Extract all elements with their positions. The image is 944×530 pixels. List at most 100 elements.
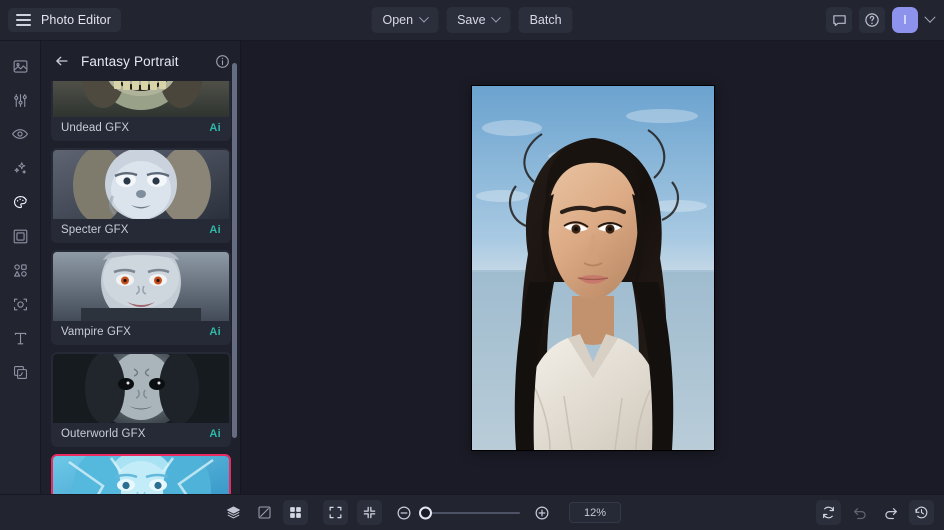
grid-view-icon	[290, 507, 301, 518]
preset-thumbnail	[53, 456, 229, 494]
chat-bubble-icon	[832, 14, 846, 26]
layers-button[interactable]	[221, 500, 246, 525]
chevron-down-icon	[491, 12, 502, 23]
layers-icon	[227, 506, 240, 519]
open-button[interactable]: Open	[371, 7, 439, 33]
sidebar-item-text[interactable]	[5, 323, 35, 353]
before-after-compare-icon	[258, 506, 271, 519]
zoom-out-button[interactable]	[391, 500, 416, 525]
layers-copy-icon	[13, 365, 27, 379]
sidebar-item-retouch[interactable]	[5, 119, 35, 149]
ai-badge: Ai	[209, 122, 221, 134]
avatar[interactable]: I	[892, 7, 918, 33]
crop-focus-icon	[13, 298, 27, 310]
page-title: Fantasy Portrait	[81, 53, 179, 69]
zoom-level-input[interactable]: 12%	[569, 502, 621, 523]
preset-panel: Fantasy Portrait Undead GFX Ai Specter G…	[41, 41, 241, 494]
feedback-button[interactable]	[826, 7, 852, 33]
arrow-left-icon	[56, 56, 68, 66]
palette-icon	[13, 195, 27, 208]
zoom-in-button[interactable]	[529, 500, 554, 525]
preset-label-row: Undead GFX Ai	[53, 117, 229, 139]
preset-thumbnail	[53, 150, 229, 219]
preset-label-row: Specter GFX Ai	[53, 219, 229, 241]
zoom-controls-group: 12%	[323, 500, 621, 525]
photo-editor-app: Photo Editor Open Save Batch I Fantasy P…	[0, 0, 944, 530]
text-t-icon	[14, 332, 26, 344]
view-modes-group	[221, 500, 308, 525]
list-item[interactable]: Outerworld GFX Ai	[51, 352, 231, 447]
fit-to-screen-icon	[329, 506, 342, 519]
history-clock-icon	[915, 506, 928, 519]
hamburger-icon	[16, 14, 31, 26]
shapes-icon	[13, 263, 27, 277]
redo-button[interactable]	[878, 500, 903, 525]
app-title: Photo Editor	[41, 13, 111, 27]
image-icon	[13, 59, 27, 73]
actual-size-button[interactable]	[357, 500, 382, 525]
sidebar-item-adjust[interactable]	[5, 85, 35, 115]
zoom-slider-handle[interactable]	[419, 506, 432, 519]
question-circle-icon	[865, 13, 879, 27]
top-toolbar: Photo Editor Open Save Batch I	[0, 0, 944, 41]
plus-circle-icon	[535, 506, 548, 519]
sidebar-item-frames[interactable]	[5, 221, 35, 251]
editor-body: Fantasy Portrait Undead GFX Ai Specter G…	[0, 41, 944, 494]
sidebar-item-elements[interactable]	[5, 255, 35, 285]
tool-rail	[0, 41, 41, 494]
preset-list[interactable]: Undead GFX Ai Specter GFX Ai Vampire GFX…	[41, 81, 240, 494]
batch-button-label: Batch	[529, 13, 562, 27]
top-right-group: I	[826, 7, 936, 33]
ai-badge: Ai	[209, 224, 221, 236]
back-button[interactable]	[53, 52, 71, 70]
reset-rotate-icon	[823, 506, 834, 519]
list-item-label: Undead GFX	[61, 122, 130, 134]
save-button-label: Save	[457, 13, 486, 27]
fit-to-screen-button[interactable]	[323, 500, 348, 525]
grid-view-button[interactable]	[283, 500, 308, 525]
preset-panel-header: Fantasy Portrait	[41, 41, 240, 81]
canvas-area[interactable]	[241, 41, 944, 494]
reset-button[interactable]	[816, 500, 841, 525]
list-item-label: Specter GFX	[61, 224, 129, 236]
sidebar-item-image[interactable]	[5, 51, 35, 81]
bottom-toolbar: 12%	[0, 494, 944, 530]
list-item-label: Outerworld GFX	[61, 428, 146, 440]
history-button[interactable]	[909, 500, 934, 525]
batch-button[interactable]: Batch	[518, 7, 573, 33]
list-item[interactable]: Undead GFX Ai	[51, 81, 231, 141]
info-circle-icon	[216, 54, 229, 68]
undo-button[interactable]	[847, 500, 872, 525]
app-menu-button[interactable]: Photo Editor	[8, 8, 121, 32]
sidebar-item-focus[interactable]	[5, 289, 35, 319]
preset-thumbnail	[53, 81, 229, 117]
zoom-slider[interactable]	[419, 506, 520, 519]
preset-thumbnail	[53, 354, 229, 423]
save-button[interactable]: Save	[446, 7, 511, 33]
list-item-label: Vampire GFX	[61, 326, 131, 338]
chevron-down-icon[interactable]	[924, 11, 936, 23]
sliders-icon	[13, 93, 27, 107]
eye-icon	[11, 129, 29, 139]
sidebar-item-effects[interactable]	[5, 153, 35, 183]
list-item-selected[interactable]: Deep Freeze GFX Ai	[51, 454, 231, 494]
list-item[interactable]: Vampire GFX Ai	[51, 250, 231, 345]
list-item[interactable]: Specter GFX Ai	[51, 148, 231, 243]
frame-icon	[13, 229, 27, 243]
ai-badge: Ai	[209, 326, 221, 338]
chevron-down-icon	[418, 12, 429, 23]
redo-arrow-icon	[884, 507, 897, 519]
compare-button[interactable]	[252, 500, 277, 525]
sparkles-icon	[13, 161, 26, 174]
info-button[interactable]	[215, 54, 230, 69]
minus-circle-icon	[397, 506, 410, 519]
panel-scrollbar[interactable]	[232, 63, 237, 438]
sidebar-item-ai-styles[interactable]	[5, 187, 35, 217]
history-controls-group	[816, 500, 934, 525]
canvas-image[interactable]	[471, 86, 714, 450]
help-button[interactable]	[859, 7, 885, 33]
open-button-label: Open	[382, 13, 414, 27]
preset-thumbnail	[53, 252, 229, 321]
ai-badge: Ai	[209, 428, 221, 440]
sidebar-item-overlays[interactable]	[5, 357, 35, 387]
